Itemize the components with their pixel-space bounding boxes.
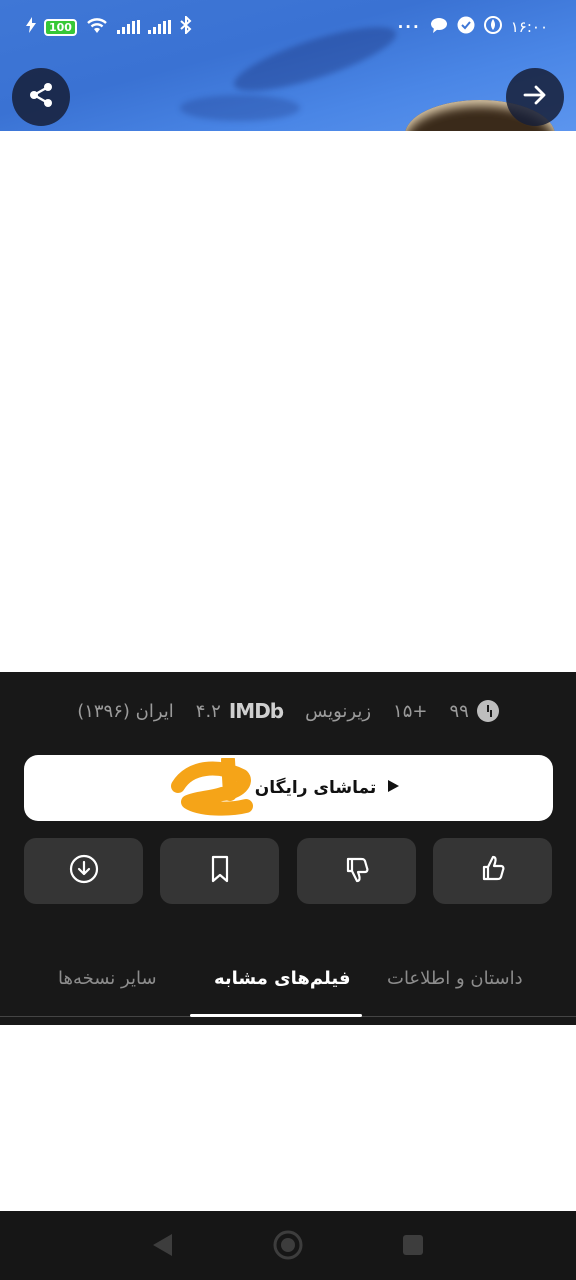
tab-other-versions[interactable]: سایر نسخه‌ها [58,968,157,989]
age-rating: +۱۵ [393,700,428,722]
imdb-score: ۴.۲ [195,700,221,722]
battery-indicator: 100 [44,18,77,36]
shield-check-icon [457,16,475,38]
bookmark-button[interactable] [160,838,279,904]
nav-back-button[interactable] [150,1232,174,1262]
chat-icon [430,17,448,37]
more-dots: ··· [397,18,421,36]
bookmark-icon [206,854,234,888]
thumbs-down-icon [342,854,372,888]
like-button[interactable] [433,838,552,904]
clock-icon [476,700,499,722]
signal-icon [116,20,140,34]
imdb-rating: IMDb ۴.۲ [195,699,284,723]
hero-cloud [180,95,300,121]
status-right: ··· ۱۶:۰۰ [398,16,548,38]
active-tab-indicator [190,1014,362,1017]
thumbs-up-icon [478,854,508,888]
nav-recents-button[interactable] [402,1234,424,1260]
bluetooth-icon [179,14,193,38]
signal-icon [147,20,171,34]
clock-time: ۱۶:۰۰ [510,18,548,36]
share-button[interactable] [12,68,70,126]
movie-meta-row: ۹۹ +۱۵ زیرنویس IMDb ۴.۲ ایران (۱۳۹۶) [0,695,576,727]
nav-home-button[interactable] [272,1229,304,1265]
download-icon [68,853,100,889]
watch-free-button[interactable]: تماشای رایگان [24,755,553,821]
download-button[interactable] [24,838,143,904]
status-left: 100 [26,14,193,38]
share-icon [26,80,56,114]
imdb-logo: IMDb [228,699,284,723]
country-year: ایران (۱۳۹۶) [77,700,174,722]
charging-icon [26,17,36,37]
drop-icon [483,16,502,38]
duration-value: ۹۹ [449,700,469,722]
status-bar: 100 ··· ۱۶:۰۰ [0,14,576,44]
duration: ۹۹ [449,700,499,722]
forward-arrow-button[interactable] [506,68,564,126]
system-nav-bar [0,1211,576,1280]
wifi-icon [85,16,109,38]
orange-scribble-overlay [171,758,253,816]
arrow-right-icon [521,81,549,113]
tab-bar: داستان و اطلاعات فیلم‌های مشابه سایر نسخ… [0,950,576,1020]
subtitle-badge: زیرنویس [305,700,372,722]
tab-story-info[interactable]: داستان و اطلاعات [387,968,523,989]
watch-free-label: تماشای رایگان [254,778,377,798]
tab-similar-movies[interactable]: فیلم‌های مشابه [214,968,351,989]
dislike-button[interactable] [297,838,416,904]
play-icon [386,778,402,799]
